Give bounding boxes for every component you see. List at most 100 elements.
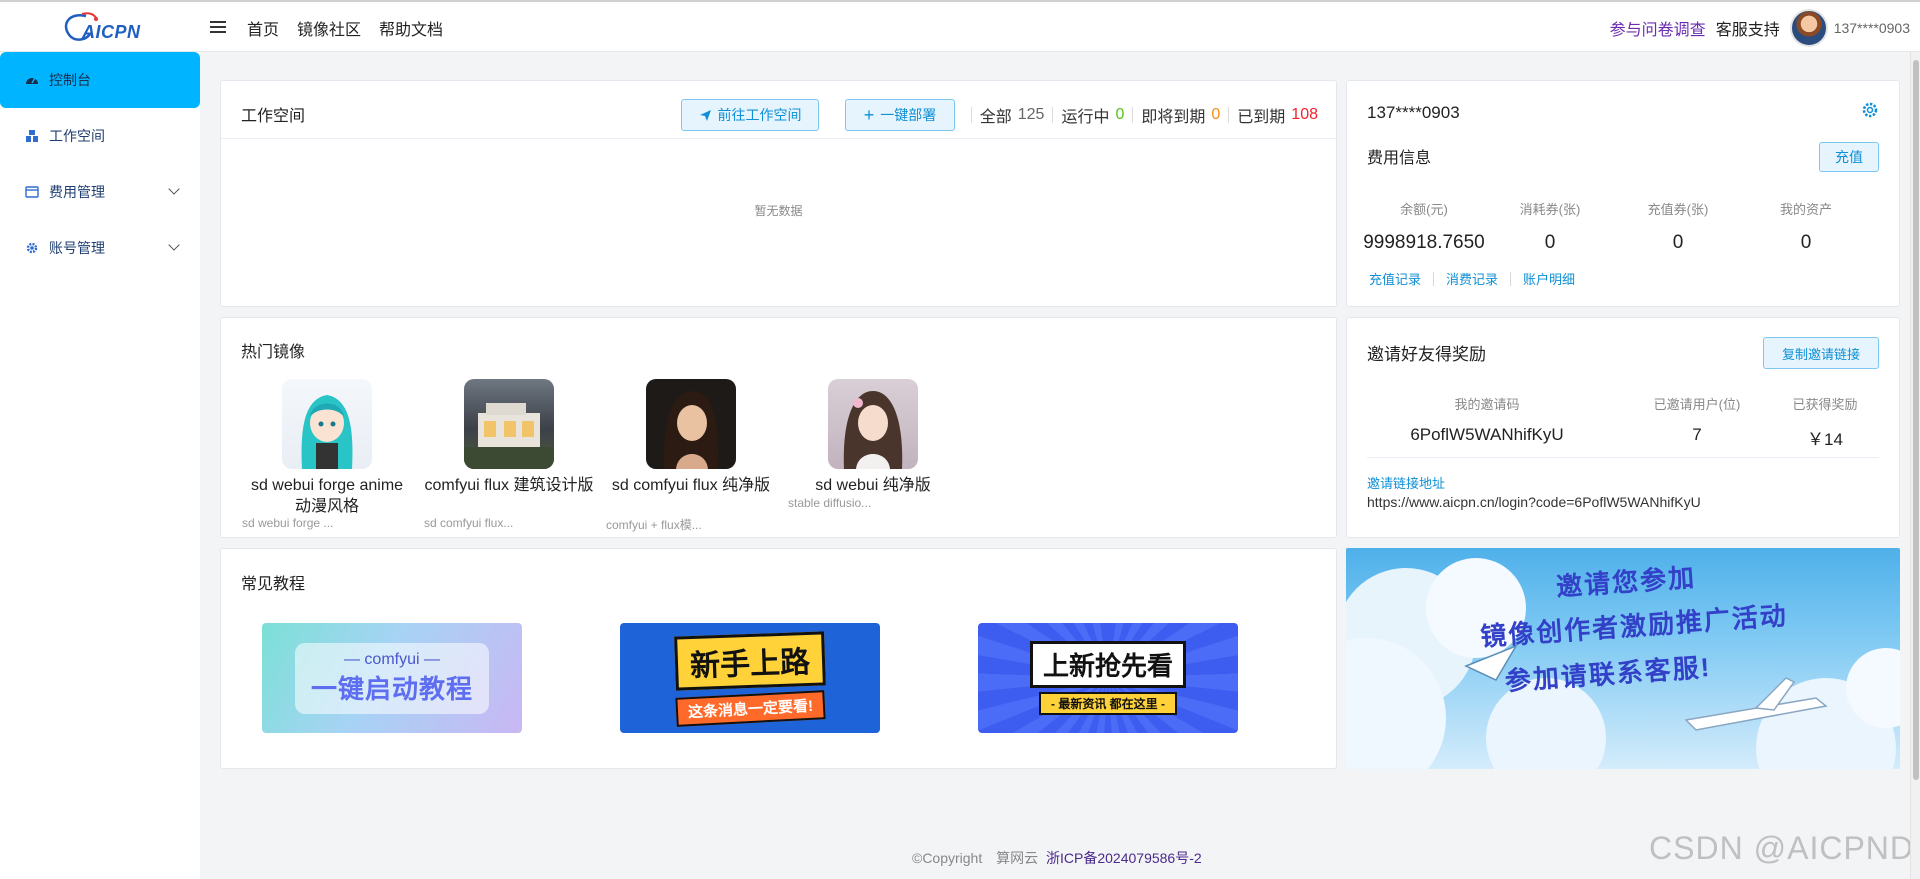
top-username[interactable]: 137****0903	[1834, 20, 1910, 36]
footer: ©Copyright 算网云 浙ICP备2024079586号-2	[912, 848, 1202, 868]
hot-image-name: sd webui 纯净版	[815, 477, 931, 494]
invite-link-label: 邀请链接地址	[1367, 476, 1446, 491]
scrollbar-thumb[interactable]	[1913, 60, 1919, 780]
hot-image-desc: sd comfyui flux...	[424, 516, 514, 530]
fee-info-title: 费用信息	[1367, 150, 1432, 167]
sidebar-item-account[interactable]: 账号管理	[0, 220, 200, 276]
sidebar: 控制台 工作空间 费用管理 账号管理	[0, 52, 200, 879]
footer-copyright: ©Copyright	[912, 850, 983, 866]
billing-icon	[24, 184, 40, 200]
stat-expiring-value: 0	[1211, 106, 1221, 123]
invite-card: 邀请好友得奖励 复制邀请链接 我的邀请码 已邀请用户(位) 已获得奖励 6Pof…	[1346, 317, 1900, 538]
banner-line2: 这条消息一定要看!	[674, 689, 826, 727]
sidebar-item-workspace[interactable]: 工作空间	[0, 108, 200, 164]
stat-running-label[interactable]: 运行中	[1061, 103, 1109, 127]
settings-gear-icon[interactable]	[1861, 101, 1879, 119]
account-card: 137****0903 费用信息 充值 余额(元) 9998918.7650 消…	[1346, 80, 1900, 307]
sidebar-item-label: 费用管理	[49, 184, 105, 200]
workspace-icon	[24, 128, 40, 144]
assets-value: 0	[1800, 232, 1812, 253]
copy-invite-link-button[interactable]: 复制邀请链接	[1763, 337, 1879, 369]
banner-line2: - 最新资讯 都在这里 -	[1039, 692, 1177, 715]
consume-coupon-value: 0	[1544, 232, 1556, 253]
assets-stat: 我的资产 0	[1741, 199, 1871, 254]
tutorial-banner-comfyui[interactable]: — comfyui — 一键启动教程	[262, 623, 522, 733]
logo-text: AICPN	[82, 22, 141, 42]
one-click-deploy-button[interactable]: + 一键部署	[845, 99, 955, 131]
support-link[interactable]: 客服支持	[1716, 16, 1780, 40]
top-bar: AICPN 首页 镜像社区 帮助文档 参与问卷调查 客服支持 137****09…	[0, 0, 1920, 52]
nav-help-docs[interactable]: 帮助文档	[379, 16, 443, 40]
link-divider	[1510, 271, 1512, 286]
hot-image-item[interactable]: sd webui forge anime 动漫风格	[242, 379, 412, 517]
hot-image-item[interactable]: sd comfyui flux 纯净版	[606, 379, 776, 496]
consume-records-link[interactable]: 消费记录	[1446, 269, 1498, 288]
chevron-down-icon	[168, 239, 180, 251]
recharge-button[interactable]: 充值	[1819, 142, 1879, 172]
hot-image-name: sd comfyui flux 纯净版	[611, 477, 771, 494]
banner-line1: — comfyui —	[343, 650, 440, 668]
recharge-coupon-stat: 充值券(张) 0	[1613, 199, 1743, 254]
aicpn-logo[interactable]: AICPN	[52, 10, 152, 46]
hot-images-card: 热门镜像 sd webui forge anime 动漫风格 sd webui …	[220, 317, 1337, 538]
reward-header: 已获得奖励	[1792, 397, 1858, 412]
nav-image-community[interactable]: 镜像社区	[297, 16, 361, 40]
tutorials-card: 常见教程 — comfyui — 一键启动教程 新手上路 这条消息一定要看! 上…	[220, 548, 1337, 769]
balance-label: 余额(元)	[1400, 202, 1448, 217]
recharge-coupon-label: 充值券(张)	[1647, 202, 1709, 217]
sidebar-item-billing[interactable]: 费用管理	[0, 164, 200, 220]
balance-value: 9998918.7650	[1363, 232, 1485, 253]
invite-code-header: 我的邀请码	[1454, 397, 1520, 412]
dashboard-icon	[24, 72, 40, 88]
account-username: 137****0903	[1367, 103, 1460, 122]
page-scrollbar[interactable]	[1910, 52, 1920, 879]
workspace-card: 工作空间 前往工作空间 + 一键部署 全部 125 运行中 0 即将到期 0 已…	[220, 80, 1337, 307]
invited-users-header: 已邀请用户(位)	[1653, 397, 1741, 412]
plus-icon: +	[863, 105, 875, 125]
hot-image-item[interactable]: sd webui 纯净版	[788, 379, 958, 496]
empty-state: 暂无数据	[754, 204, 803, 218]
tutorial-banner-beginner[interactable]: 新手上路 这条消息一定要看!	[620, 623, 880, 733]
sidebar-item-label: 控制台	[49, 72, 91, 88]
invite-link-url[interactable]: https://www.aicpn.cn/login?code=6PoflW5W…	[1367, 494, 1701, 510]
gear-icon	[24, 240, 40, 256]
stats-divider	[1052, 107, 1054, 123]
survey-link[interactable]: 参与问卷调查	[1610, 16, 1706, 40]
sidebar-item-label: 工作空间	[49, 128, 105, 144]
hot-image-desc: stable diffusio...	[788, 496, 872, 510]
hot-image-desc: comfyui + flux模...	[606, 518, 702, 532]
invited-users-value: 7	[1692, 425, 1702, 444]
consume-coupon-stat: 消耗券(张) 0	[1485, 199, 1615, 254]
invite-code-value: 6PoflW5WANhifKyU	[1410, 425, 1564, 444]
account-detail-link[interactable]: 账户明细	[1523, 269, 1575, 288]
invite-title: 邀请好友得奖励	[1367, 345, 1486, 364]
stat-expiring-label[interactable]: 即将到期	[1141, 103, 1205, 127]
avatar[interactable]	[1789, 9, 1828, 47]
tutorial-banner-new[interactable]: 上新抢先看 - 最新资讯 都在这里 -	[978, 623, 1238, 733]
promo-banner[interactable]: 邀请您参加 镜像创作者激励推广活动 参加请联系客服!	[1346, 548, 1900, 769]
stat-all-label[interactable]: 全部	[980, 103, 1012, 127]
sidebar-item-label: 账号管理	[49, 240, 105, 256]
banner-line1: 上新抢先看	[1029, 641, 1186, 688]
hot-images-title: 热门镜像	[241, 344, 306, 361]
goto-workspace-button[interactable]: 前往工作空间	[681, 99, 819, 131]
menu-toggle-icon[interactable]	[210, 21, 226, 35]
consume-coupon-label: 消耗券(张)	[1519, 202, 1581, 217]
stat-running-value: 0	[1115, 106, 1125, 123]
recharge-records-link[interactable]: 充值记录	[1369, 269, 1421, 288]
recharge-coupon-value: 0	[1672, 232, 1684, 253]
assets-label: 我的资产	[1779, 202, 1832, 217]
workspace-stats: 全部 125 运行中 0 即将到期 0 已到期 108	[963, 103, 1318, 127]
footer-icp-link[interactable]: 浙ICP备2024079586号-2	[1046, 850, 1202, 866]
account-links: 充值记录 消费记录 账户明细	[1369, 269, 1575, 288]
invite-divider	[1367, 457, 1879, 458]
stat-expired-label[interactable]: 已到期	[1237, 103, 1285, 127]
banner-panel: — comfyui — 一键启动教程	[294, 642, 489, 714]
portrait-thumbnail	[646, 379, 736, 469]
hot-image-item[interactable]: comfyui flux 建筑设计版	[424, 379, 594, 496]
nav-home[interactable]: 首页	[247, 16, 279, 40]
anime-thumbnail	[282, 379, 372, 469]
goto-workspace-label: 前往工作空间	[717, 107, 802, 123]
stat-all-value: 125	[1017, 106, 1045, 123]
sidebar-item-dashboard[interactable]: 控制台	[0, 52, 200, 108]
